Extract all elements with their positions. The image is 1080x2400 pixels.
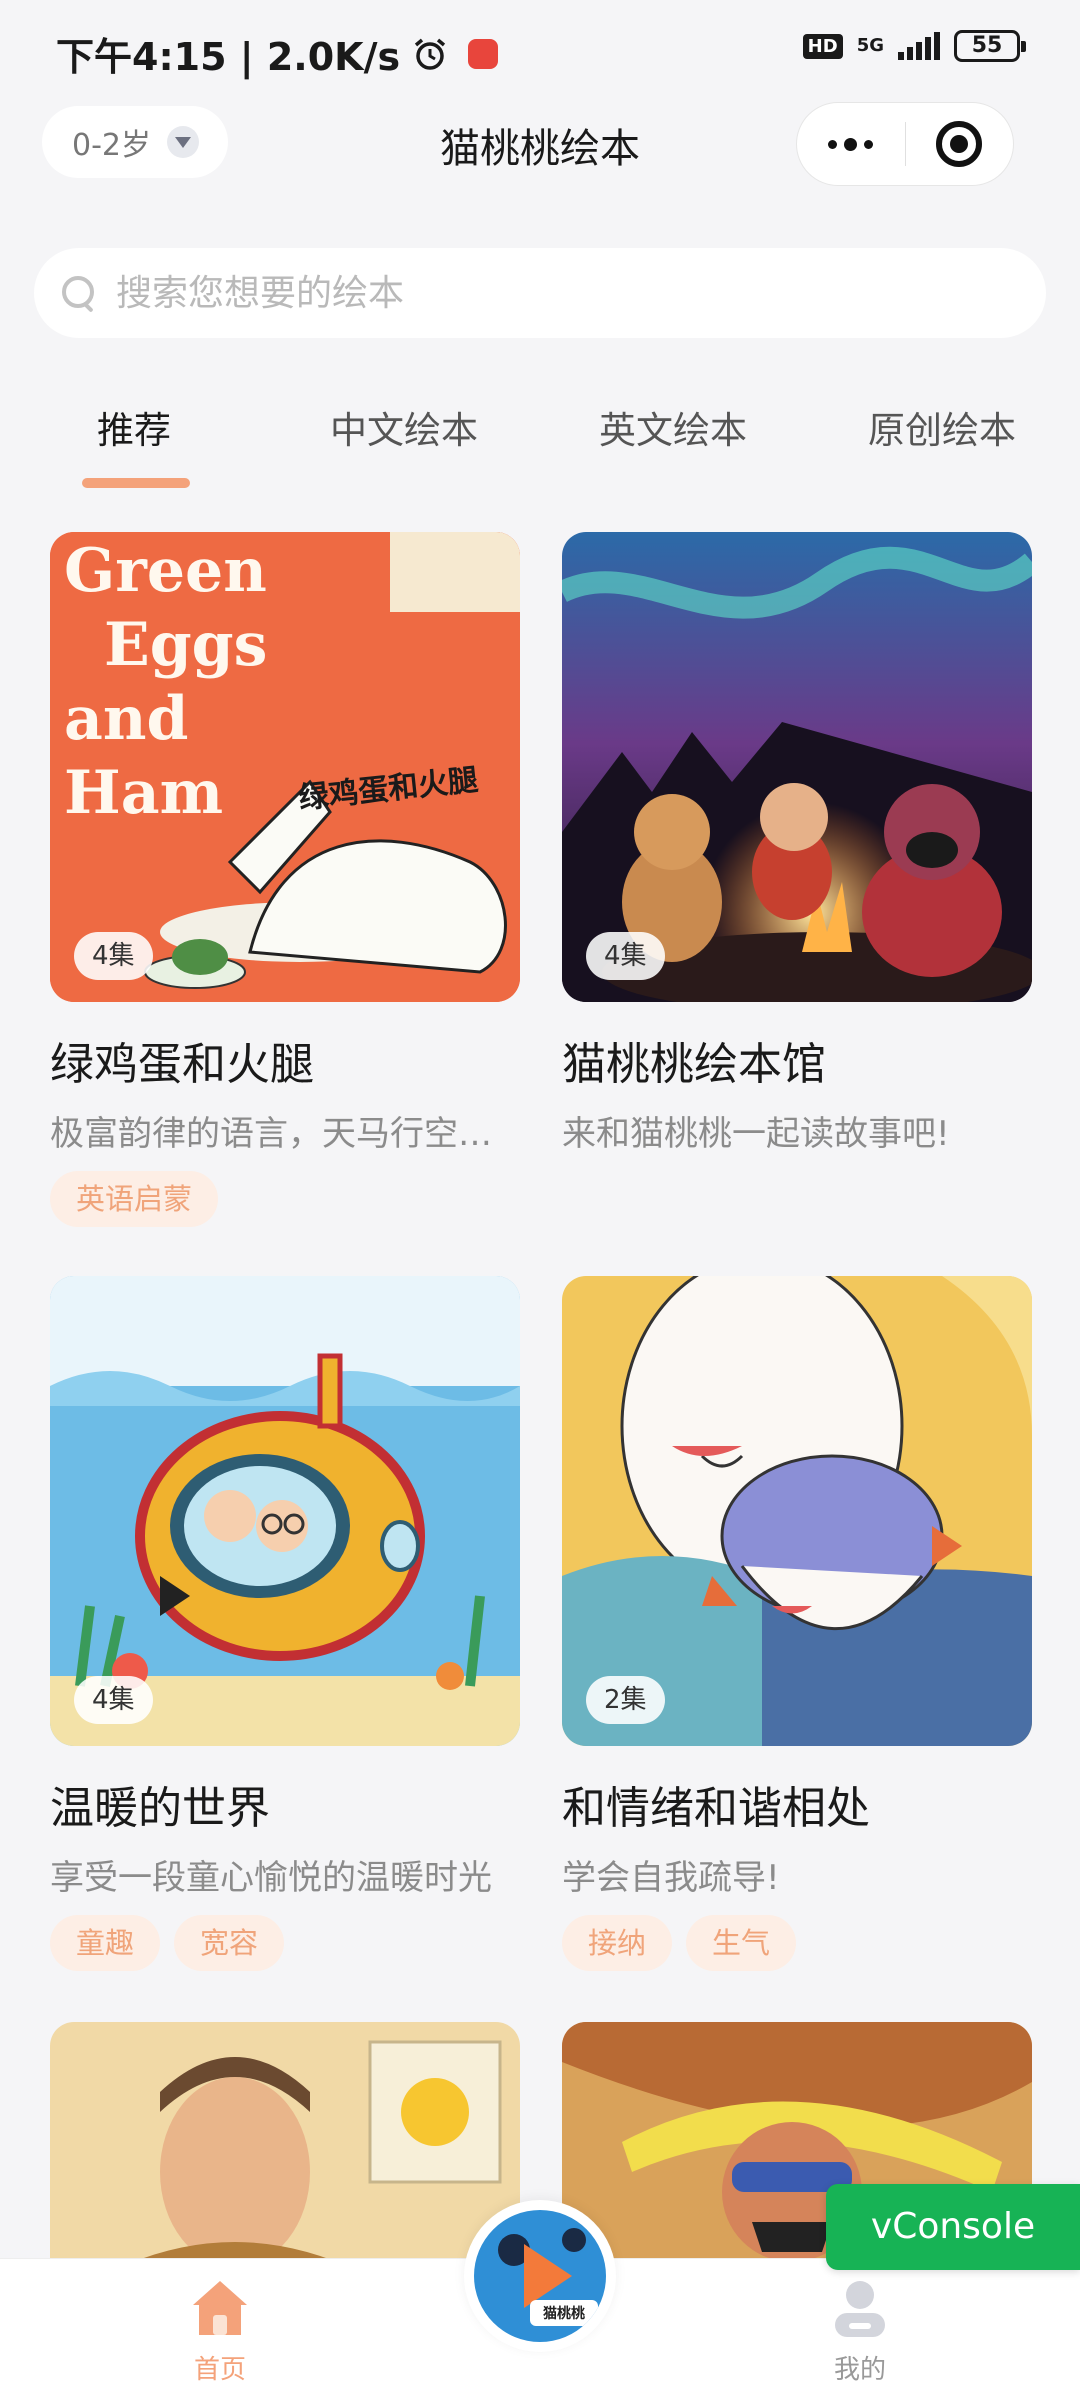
episode-badge: 4集 xyxy=(586,932,665,980)
book-description: 极富韵律的语言，天马行空的想象 xyxy=(50,1114,520,1154)
search-bar[interactable] xyxy=(34,248,1046,338)
tag[interactable]: 童趣 xyxy=(50,1915,161,1971)
tab-mine-label: 我的 xyxy=(833,2355,886,2385)
status-left: 下午4:15 | 2.0K/s xyxy=(56,26,499,81)
tab-chinese-books[interactable]: 中文绘本 xyxy=(330,400,478,454)
alarm-icon xyxy=(415,38,446,70)
play-icon: 猫桃桃 xyxy=(474,2210,606,2342)
book-title: 绿鸡蛋和火腿 xyxy=(50,1039,314,1090)
more-icon[interactable] xyxy=(797,103,905,185)
book-title: 猫桃桃绘本馆 xyxy=(562,1039,826,1090)
tag[interactable]: 宽容 xyxy=(174,1915,285,1971)
cover-word: Ham xyxy=(64,758,224,828)
user-icon xyxy=(835,2281,885,2337)
cover-word: Green xyxy=(64,536,267,606)
status-right: HD 5G 55 xyxy=(802,30,1026,62)
category-tabs: 推荐 中文绘本 英文绘本 原创绘本 xyxy=(0,400,1080,500)
tab-english-books[interactable]: 英文绘本 xyxy=(599,400,747,454)
book-cover[interactable]: 2集 xyxy=(562,1276,1032,1746)
book-card[interactable]: Green Eggs and Ham 绿鸡蛋和火腿 4集 绿鸡蛋和火腿 极富韵律… xyxy=(50,532,520,1227)
tag[interactable]: 接纳 xyxy=(562,1915,673,1971)
cover-word: and xyxy=(64,684,189,754)
brand-logo: 猫桃桃 xyxy=(474,2210,606,2342)
search-input[interactable] xyxy=(116,272,1016,314)
cover-title-art: Green Eggs and Ham xyxy=(64,534,267,830)
tab-home[interactable]: 首页 xyxy=(140,2277,300,2386)
tag[interactable]: 英语启蒙 xyxy=(50,1171,219,1227)
tag-list: 接纳 生气 xyxy=(562,1915,1032,1971)
book-description: 来和猫桃桃一起读故事吧! xyxy=(562,1114,950,1154)
book-title: 温暖的世界 xyxy=(50,1783,270,1834)
book-card[interactable]: 4集 温暖的世界 享受一段童心愉悦的温暖时光 童趣 宽容 xyxy=(50,1276,520,1971)
brand-label: 猫桃桃 xyxy=(543,2305,585,2322)
cover-illustration xyxy=(50,2022,520,2272)
home-icon xyxy=(193,2281,247,2335)
book-description: 学会自我疏导! xyxy=(562,1858,780,1898)
target-icon xyxy=(936,121,983,167)
tag[interactable]: 生气 xyxy=(686,1915,797,1971)
app-notification-icon xyxy=(468,38,499,69)
tab-recommend[interactable]: 推荐 xyxy=(97,400,171,454)
episode-badge: 4集 xyxy=(74,932,153,980)
book-cover[interactable]: 4集 xyxy=(50,1276,520,1746)
tag-list: 英语启蒙 xyxy=(50,1171,520,1227)
book-cover[interactable]: Green Eggs and Ham 绿鸡蛋和火腿 4集 xyxy=(50,532,520,1002)
tab-original-books[interactable]: 原创绘本 xyxy=(868,400,1016,454)
book-cover[interactable] xyxy=(50,2022,520,2272)
active-tab-indicator xyxy=(82,478,190,488)
battery-icon: 55 xyxy=(954,30,1026,62)
book-title: 和情绪和谐相处 xyxy=(562,1783,870,1834)
book-cover[interactable]: 4集 xyxy=(562,532,1032,1002)
search-icon xyxy=(60,274,98,312)
episode-badge: 2集 xyxy=(586,1676,665,1724)
episode-badge: 4集 xyxy=(74,1676,153,1724)
status-bar: 下午4:15 | 2.0K/s HD 5G 55 xyxy=(0,0,1080,100)
hd-icon: HD xyxy=(802,33,843,59)
book-card[interactable]: 2集 和情绪和谐相处 学会自我疏导! 接纳 生气 xyxy=(562,1276,1032,1971)
tab-mine[interactable]: 我的 xyxy=(780,2277,940,2386)
center-play-button[interactable]: 猫桃桃 xyxy=(464,2200,616,2352)
network-type: 5G xyxy=(856,35,884,56)
tag-list: 童趣 宽容 xyxy=(50,1915,520,1971)
close-miniprogram-button[interactable] xyxy=(906,103,1014,185)
book-card[interactable]: 4集 猫桃桃绘本馆 来和猫桃桃一起读故事吧! xyxy=(562,532,1032,1155)
vconsole-button[interactable]: vConsole xyxy=(826,2184,1080,2270)
miniprogram-capsule xyxy=(796,102,1014,186)
cover-word: Eggs xyxy=(104,610,268,680)
tab-home-label: 首页 xyxy=(193,2355,246,2385)
book-description: 享受一段童心愉悦的温暖时光 xyxy=(50,1858,492,1898)
status-time-speed: 下午4:15 | 2.0K/s xyxy=(56,35,401,79)
signal-icon xyxy=(898,32,940,60)
